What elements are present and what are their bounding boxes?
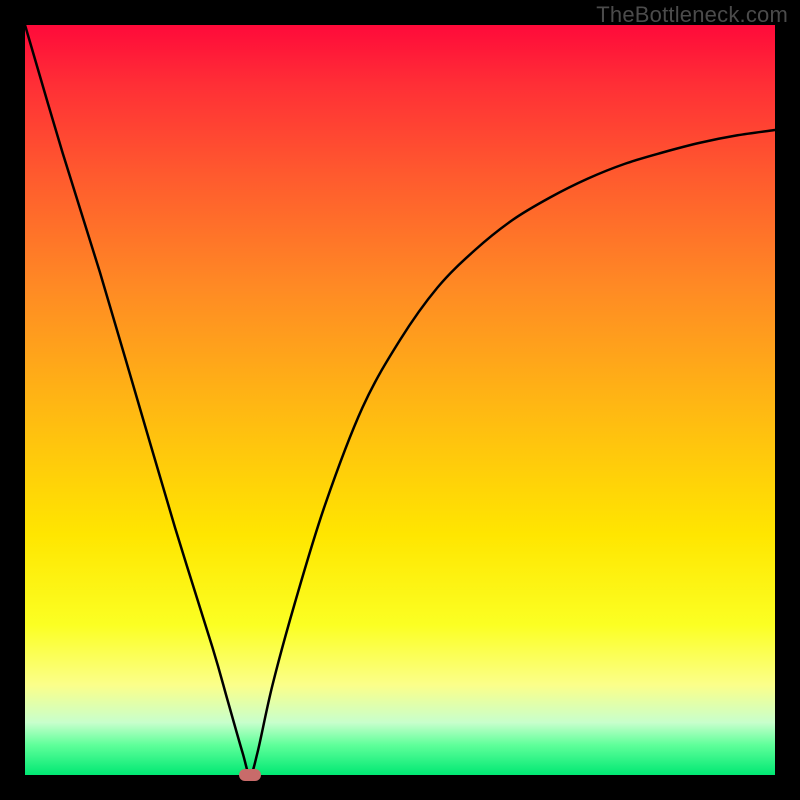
chart-frame: TheBottleneck.com (0, 0, 800, 800)
plot-area (25, 25, 775, 775)
bottleneck-curve (25, 25, 775, 775)
watermark-text: TheBottleneck.com (596, 2, 788, 28)
optimal-marker (239, 769, 261, 781)
